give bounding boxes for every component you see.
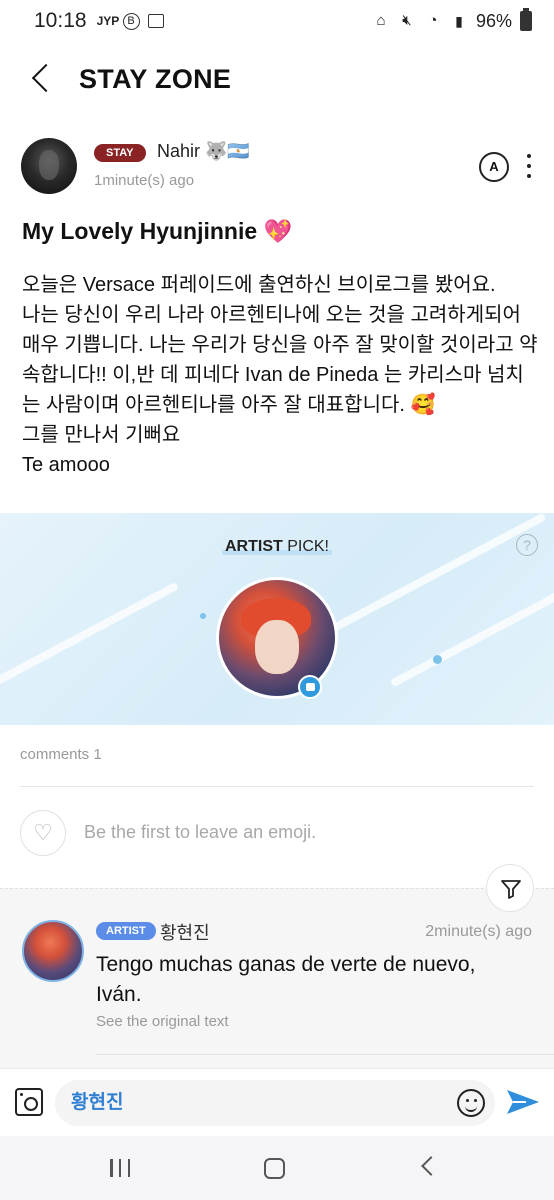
nav-back-icon[interactable] — [421, 1156, 441, 1176]
emoji-hint: Be the first to leave an emoji. — [84, 822, 317, 842]
avatar-face — [255, 620, 299, 674]
comments-count: comments 1 — [20, 746, 102, 763]
status-bar: 10:18 JYP B ⌂ 🔇︎ ◔ ▮ 96% — [0, 0, 554, 42]
heart-icon[interactable]: ♡ — [20, 810, 66, 856]
stay-badge: STAY — [94, 144, 146, 162]
author-avatar[interactable] — [21, 138, 77, 194]
image-icon — [147, 14, 164, 28]
artist-pick-label-rest: PICK! — [282, 538, 329, 555]
divider — [96, 1054, 554, 1055]
commenter-avatar[interactable] — [22, 920, 84, 982]
wifi-icon: ◔ — [428, 12, 438, 29]
decor-streak — [0, 581, 180, 693]
page-title: STAY ZONE — [79, 64, 232, 94]
emoji-reaction-row[interactable]: ♡ Be the first to leave an emoji. — [20, 810, 534, 856]
comment-time: 2minute(s) ago — [425, 923, 532, 940]
artist-pick-label-bold: ARTIST — [224, 538, 283, 555]
status-time: 10:18 — [34, 9, 87, 32]
post-author-row: STAY Nahir 🐺🇦🇷 1minute(s) ago A — [21, 138, 535, 196]
home-icon[interactable] — [264, 1158, 285, 1179]
divider — [20, 786, 534, 787]
post-body: 오늘은 Versace 퍼레이드에 출연하신 브이로그를 봤어요. 나는 당신이… — [22, 274, 538, 476]
artist-pick-label: ARTIST PICK! — [0, 538, 554, 556]
battery-saver-icon: ⌂ — [376, 12, 386, 29]
commenter-name[interactable]: 황현진 — [160, 919, 210, 945]
back-arrow-icon[interactable] — [26, 62, 56, 98]
send-icon[interactable] — [506, 1088, 540, 1121]
more-options-icon[interactable] — [523, 154, 535, 178]
artist-pick-banner: ARTIST PICK! ? — [0, 513, 554, 725]
signal-icon: ▮ — [455, 13, 463, 29]
mute-icon: 🔇︎ — [402, 12, 412, 29]
recent-apps-icon[interactable] — [110, 1159, 130, 1177]
system-nav-bar — [0, 1136, 554, 1200]
app-header: STAY ZONE — [0, 52, 554, 108]
help-icon[interactable]: ? — [516, 534, 538, 556]
battery-icon — [520, 8, 532, 31]
post-title: My Lovely Hyunjinnie 💖 — [22, 218, 293, 244]
comment-text: Tengo muchas ganas de verte de nuevo, Iv… — [96, 953, 476, 1006]
emoji-icon[interactable] — [457, 1089, 485, 1117]
battery-percent: 96% — [475, 10, 512, 31]
comment-input-bar: 황현진 — [0, 1068, 554, 1136]
camera-icon[interactable] — [15, 1088, 43, 1116]
translate-icon[interactable]: A — [479, 152, 509, 182]
author-name[interactable]: Nahir 🐺🇦🇷 — [157, 141, 250, 162]
decor-dot — [200, 613, 206, 619]
see-original-link[interactable]: See the original text — [96, 1013, 229, 1030]
decor-streak — [389, 586, 554, 688]
jyp-icon: JYP — [96, 14, 120, 28]
post-time: 1minute(s) ago — [94, 172, 195, 189]
b-icon: B — [122, 12, 140, 30]
comment-input[interactable]: 황현진 — [55, 1080, 495, 1126]
decor-dot — [433, 655, 442, 664]
artist-bubble-icon — [298, 675, 322, 699]
artist-badge: ARTIST — [96, 922, 156, 940]
filter-icon[interactable] — [486, 864, 534, 912]
